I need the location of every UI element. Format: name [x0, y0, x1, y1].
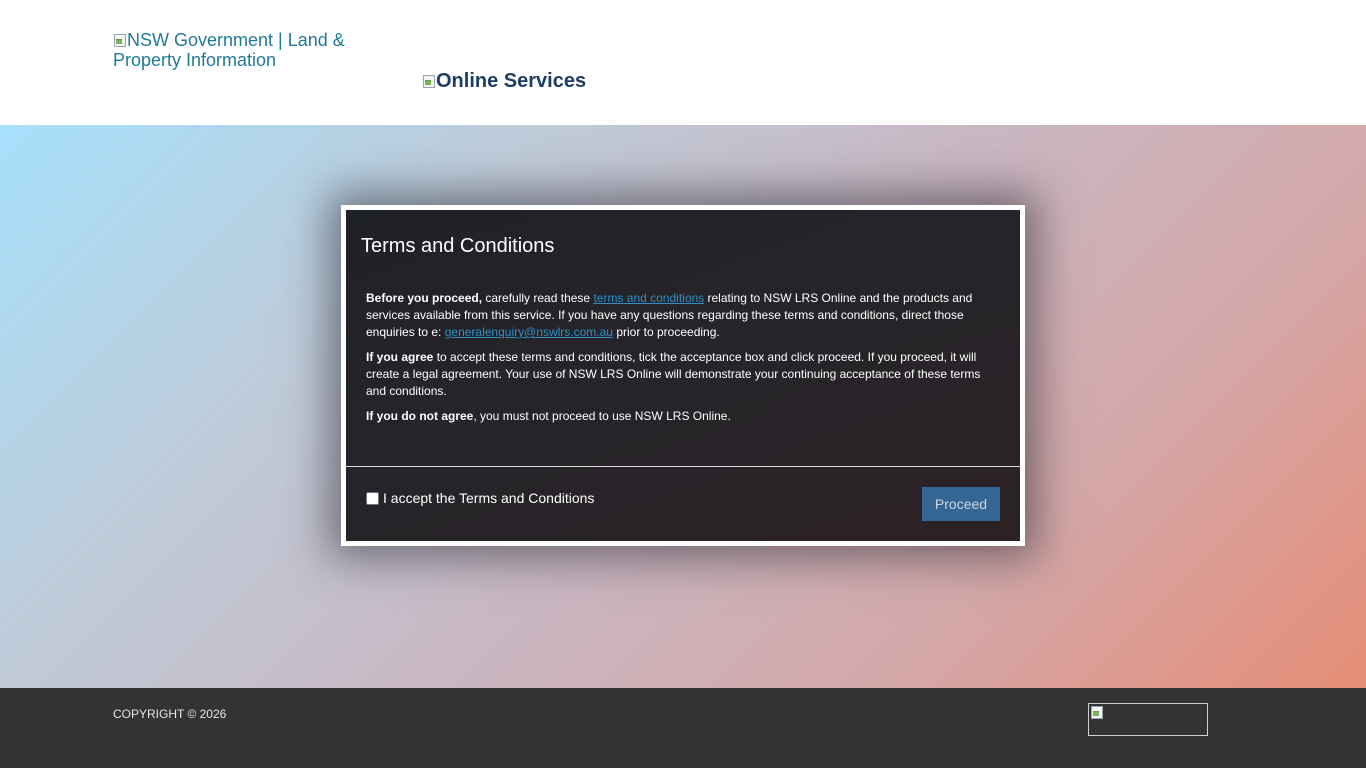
accept-terms-checkbox[interactable] — [366, 491, 379, 505]
accept-terms-text: I accept the Terms and Conditions — [383, 490, 595, 506]
broken-image-icon — [1090, 705, 1104, 719]
p3-bold: If you do not agree — [366, 409, 474, 423]
accept-terms-label[interactable]: I accept the Terms and Conditions — [366, 490, 594, 506]
proceed-button[interactable]: Proceed — [922, 487, 1000, 521]
terms-paragraph-1: Before you proceed, carefully read these… — [366, 290, 986, 341]
p2-text: to accept these terms and conditions, ti… — [366, 350, 981, 398]
p2-bold: If you agree — [366, 350, 434, 364]
site-header: NSW Government | Land & Property Informa… — [0, 0, 1366, 125]
main-content: Terms and Conditions Before you proceed,… — [0, 125, 1366, 688]
site-footer: COPYRIGHT © 2026 — [0, 688, 1366, 768]
p1-text: prior to proceeding. — [612, 325, 720, 339]
dialog-body: Before you proceed, carefully read these… — [366, 290, 986, 433]
online-services-text: Online Services — [436, 70, 587, 92]
nsw-government-logo[interactable]: NSW Government | Land & Property Informa… — [113, 30, 373, 70]
copyright-text: COPYRIGHT © 2026 — [113, 707, 227, 721]
footer-logo-image[interactable] — [1088, 703, 1208, 736]
dialog-title: Terms and Conditions — [361, 235, 555, 257]
terms-paragraph-2: If you agree to accept these terms and c… — [366, 349, 986, 400]
dialog-divider — [346, 466, 1020, 467]
terms-paragraph-3: If you do not agree, you must not procee… — [366, 408, 986, 425]
p1-bold: Before you proceed, — [366, 291, 483, 305]
p3-text: , you must not proceed to use NSW LRS On… — [473, 409, 731, 423]
email-link[interactable]: generalenquiry@nswlrs.com.au — [445, 325, 613, 339]
broken-image-icon — [422, 74, 436, 88]
broken-image-icon — [113, 33, 127, 47]
p1-text: carefully read these — [482, 291, 594, 305]
terms-link[interactable]: terms and conditions — [593, 291, 704, 305]
logo-alt-text: NSW Government | Land & Property Informa… — [113, 30, 345, 70]
terms-dialog: Terms and Conditions Before you proceed,… — [341, 205, 1025, 546]
online-services-banner: Online Services — [422, 70, 586, 92]
